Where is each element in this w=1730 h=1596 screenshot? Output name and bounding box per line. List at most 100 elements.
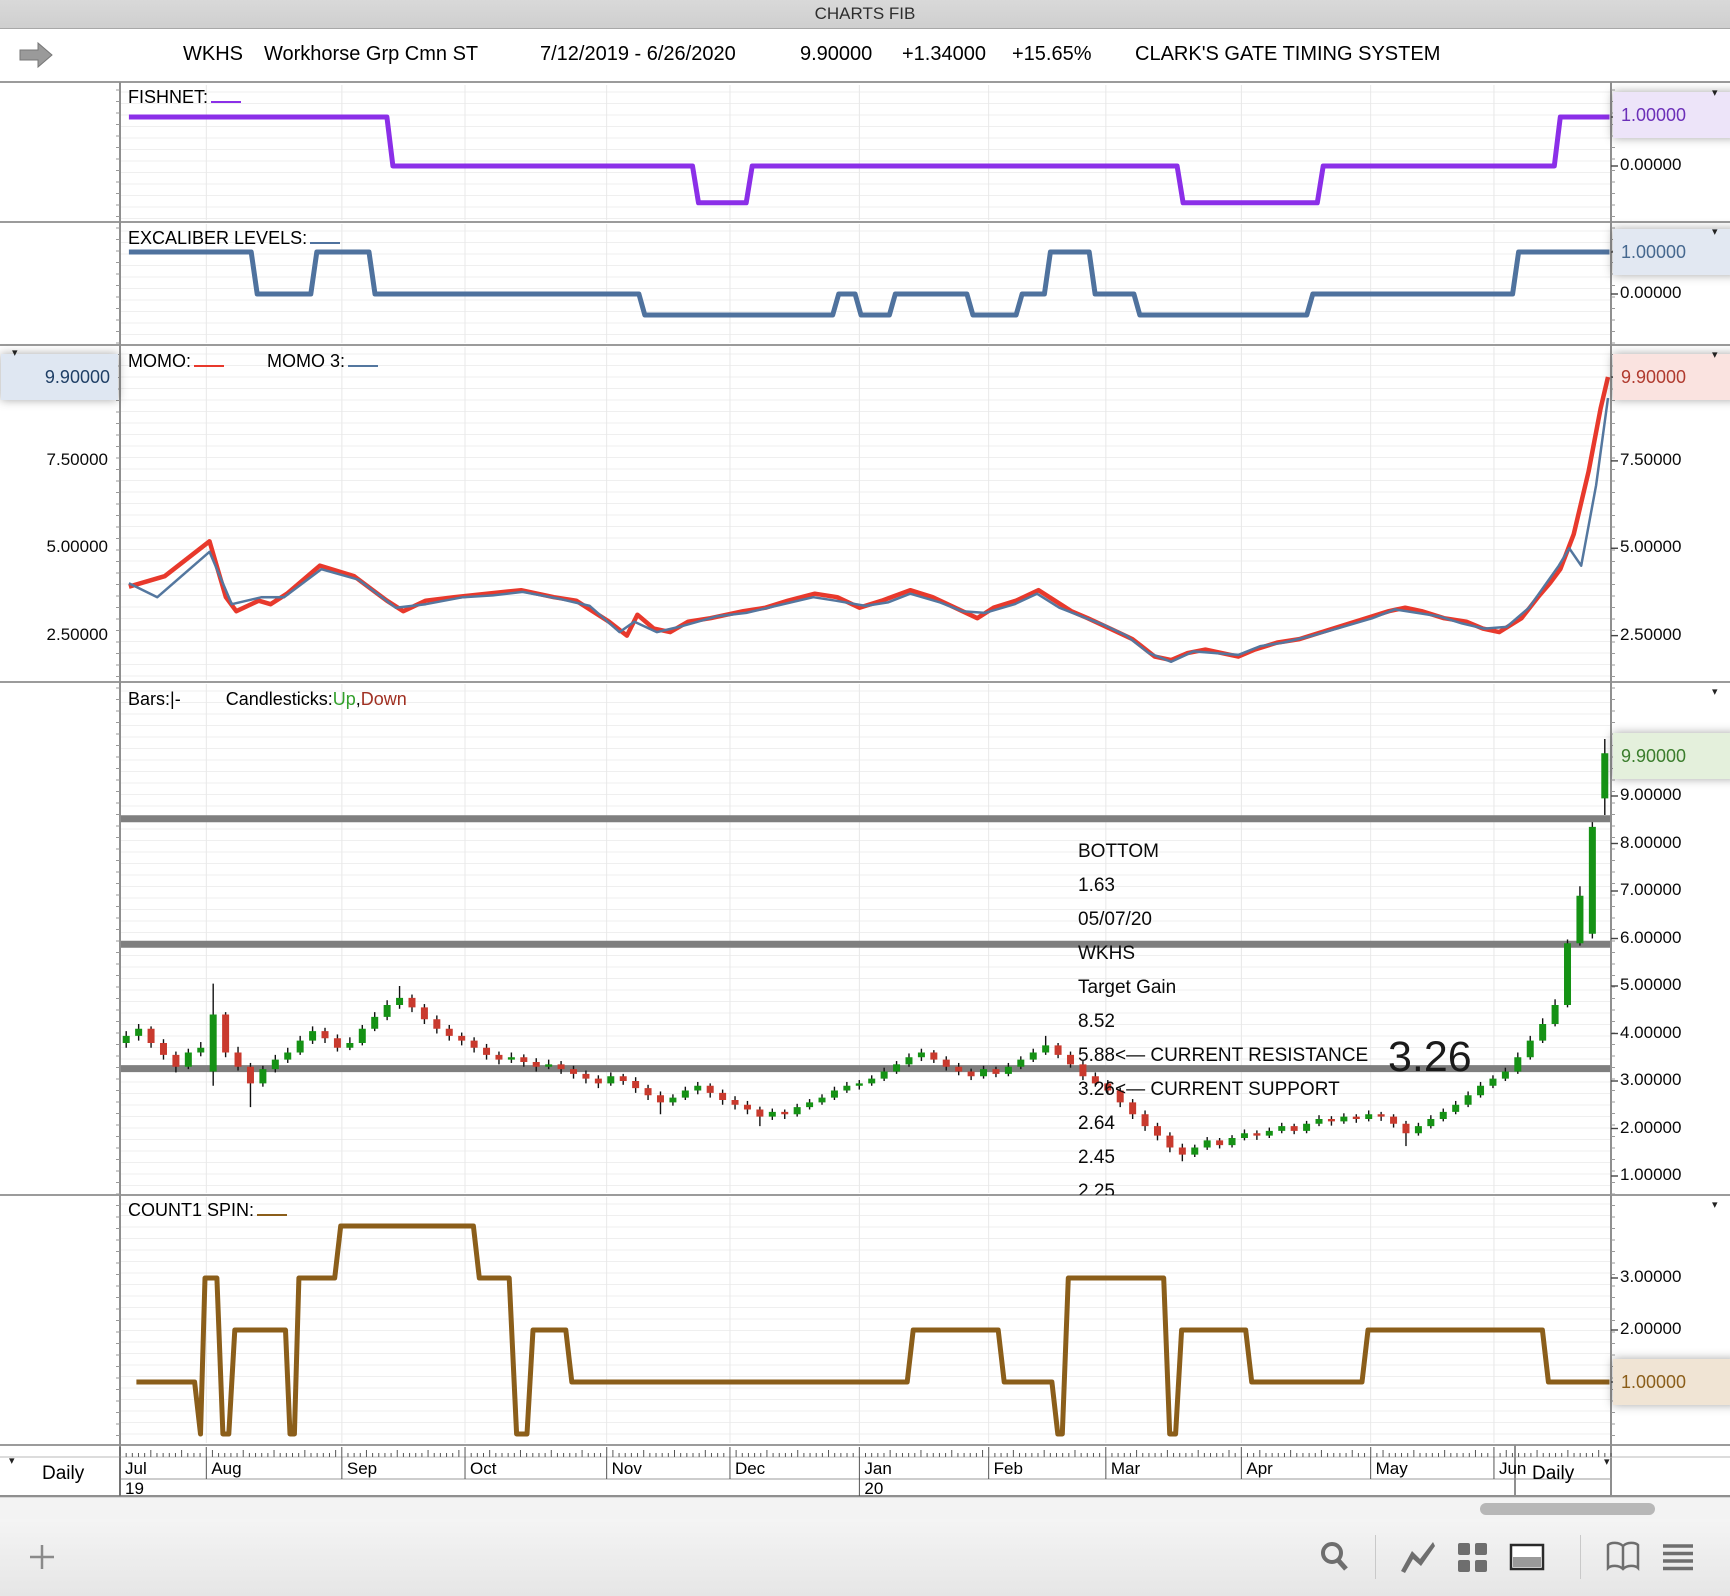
candle-body xyxy=(1551,1005,1559,1024)
candle-body xyxy=(830,1090,838,1098)
candle-body xyxy=(271,1059,279,1070)
bottom-toolbar xyxy=(0,1519,1730,1596)
excaliber-color-swatch[interactable] xyxy=(310,230,341,244)
annotation-line: 2.64 xyxy=(1078,1113,1115,1134)
axis-label: 4.00000 xyxy=(1620,1022,1682,1042)
candle-body xyxy=(333,1038,341,1048)
daily-left-dropdown-icon[interactable]: ▾ xyxy=(9,1456,15,1467)
axis-label: 2.50000 xyxy=(1620,624,1682,644)
candle-body xyxy=(122,1035,130,1043)
candle-body xyxy=(1588,826,1596,934)
candle-body xyxy=(445,1028,453,1036)
fishnet-dropdown-icon[interactable]: ▾ xyxy=(1712,88,1718,99)
candle-body xyxy=(545,1064,553,1067)
candle-body xyxy=(483,1047,491,1055)
layout-panel-icon[interactable] xyxy=(1507,1537,1547,1577)
candle-body xyxy=(607,1076,615,1084)
axis-label: 8.00000 xyxy=(1620,832,1682,852)
candle-body xyxy=(1576,895,1584,944)
line-chart-icon[interactable] xyxy=(1398,1537,1438,1577)
count1-value-badge: 1.00000 xyxy=(1613,1359,1730,1405)
timeframe-left[interactable]: Daily xyxy=(42,1463,84,1485)
daily-right-dropdown-icon[interactable]: ▾ xyxy=(1604,1457,1610,1468)
candle-body xyxy=(309,1031,317,1041)
candle-body xyxy=(582,1073,590,1079)
month-label-oct: Oct xyxy=(470,1459,497,1478)
candle-body xyxy=(209,1014,217,1072)
price-annotations: BOTTOM 1.63 05/07/20 WKHS Target Gain 8.52 5.8… xyxy=(1078,835,1498,1195)
annotation-line: 2.45 xyxy=(1078,1147,1115,1168)
axis-label: 5.00000 xyxy=(1620,975,1682,994)
candle-body xyxy=(806,1102,814,1108)
charts-fib-window: CHARTS FIB WKHS Workhorse Grp Cmn ST 7/1… xyxy=(0,0,1730,1596)
month-label-feb: Feb xyxy=(993,1459,1023,1478)
excaliber-line xyxy=(128,249,1610,318)
candle-body xyxy=(843,1085,851,1091)
momo-label: MOMO: MOMO 3: xyxy=(128,351,379,372)
candle-body xyxy=(594,1078,602,1084)
candle-body xyxy=(1054,1045,1062,1055)
menu-lines-icon[interactable] xyxy=(1658,1537,1698,1577)
axis-label: 5.00000 xyxy=(1620,537,1682,557)
scrollbar-thumb[interactable] xyxy=(1480,1503,1655,1515)
candle-body xyxy=(632,1081,640,1089)
candle-body xyxy=(557,1064,565,1070)
candle-body xyxy=(458,1035,466,1041)
momo-color-swatch[interactable] xyxy=(194,353,224,367)
candle-body xyxy=(818,1097,826,1103)
candle-body xyxy=(1601,753,1609,799)
up-color-swatch[interactable]: Up xyxy=(333,689,356,709)
candle-body xyxy=(234,1052,242,1067)
month-label-mar: Mar xyxy=(1110,1459,1141,1478)
candle-body xyxy=(743,1104,751,1110)
excaliber-dropdown-icon[interactable]: ▾ xyxy=(1712,227,1718,238)
momo-dropdown-icon[interactable]: ▾ xyxy=(1712,350,1718,361)
horizontal-scrollbar[interactable] xyxy=(0,1497,1730,1520)
candle-body xyxy=(284,1052,292,1060)
candle-body xyxy=(669,1097,677,1103)
candle-body xyxy=(495,1054,503,1060)
down-color-swatch[interactable]: Down xyxy=(361,689,407,709)
candle-body xyxy=(905,1057,913,1065)
candle-body xyxy=(967,1071,975,1077)
axis-label: 2.00000 xyxy=(1620,1319,1682,1338)
add-icon[interactable] xyxy=(22,1537,62,1577)
candle-body xyxy=(1029,1052,1037,1060)
candle-body xyxy=(296,1040,304,1053)
candle-body xyxy=(172,1054,180,1067)
candle-body xyxy=(781,1111,789,1115)
candle-body xyxy=(1004,1066,1012,1074)
bar-style-glyph: |- xyxy=(170,689,181,709)
candle-body xyxy=(396,997,404,1005)
candle-body xyxy=(681,1090,689,1098)
axis-label: 3.00000 xyxy=(1620,1267,1682,1286)
month-label-nov: Nov xyxy=(611,1459,642,1478)
count1-color-swatch[interactable] xyxy=(257,1202,288,1216)
axis-label: 2.00000 xyxy=(1620,1117,1682,1137)
axis-label: 1.00000 xyxy=(1620,1165,1682,1184)
grid-icon[interactable] xyxy=(1452,1537,1492,1577)
candle-body xyxy=(383,1005,391,1017)
annotation-line: 05/07/20 xyxy=(1078,909,1152,930)
count1-dropdown-icon[interactable]: ▾ xyxy=(1712,1200,1718,1211)
book-icon[interactable] xyxy=(1603,1537,1643,1577)
momo-left-dropdown-icon[interactable]: ▾ xyxy=(12,348,18,359)
count1-label: COUNT1 SPIN: xyxy=(128,1200,288,1221)
axis-label: 9.00000 xyxy=(1620,785,1682,804)
candle-body xyxy=(930,1052,938,1060)
price-dropdown-icon[interactable]: ▾ xyxy=(1712,687,1718,698)
candle-body xyxy=(346,1043,354,1048)
fishnet-color-swatch[interactable] xyxy=(211,89,242,103)
annotation-line: Target Gain xyxy=(1078,977,1177,998)
candle-body xyxy=(619,1076,627,1081)
excaliber-label: EXCALIBER LEVELS: xyxy=(128,228,341,249)
search-icon[interactable] xyxy=(1315,1537,1355,1577)
candle-body xyxy=(371,1016,379,1029)
timeframe-right[interactable]: Daily xyxy=(1532,1463,1574,1485)
support-price-big-label: 3.26 xyxy=(1388,1033,1472,1081)
momo3-color-swatch[interactable] xyxy=(348,353,379,367)
candle-body xyxy=(408,997,416,1008)
candle-body xyxy=(1042,1045,1050,1053)
axis-label: 5.00000 xyxy=(46,537,108,557)
candle-body xyxy=(980,1069,988,1077)
